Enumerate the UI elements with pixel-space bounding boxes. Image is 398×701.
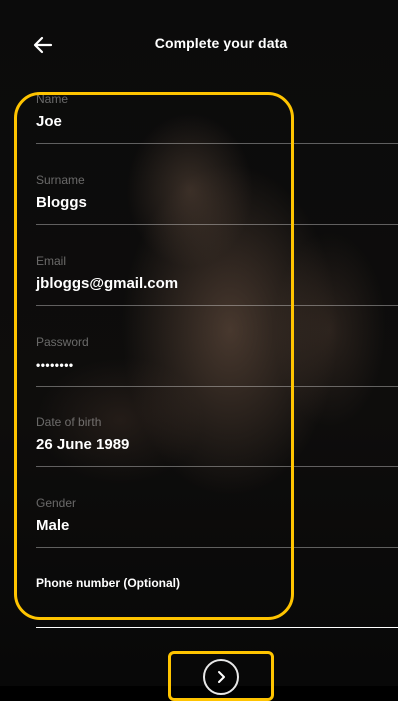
- date-of-birth-label: Date of birth: [36, 415, 102, 429]
- date-of-birth-value[interactable]: 26 June 1989: [36, 436, 398, 454]
- phone-label: Phone number (Optional): [36, 576, 180, 590]
- email-value[interactable]: jbloggs@gmail.com: [36, 275, 398, 293]
- phone-input-underline[interactable]: [36, 627, 398, 628]
- name-underline: [36, 143, 398, 144]
- name-value[interactable]: Joe: [36, 113, 398, 131]
- date-of-birth-underline: [36, 466, 398, 467]
- gender-field[interactable]: Gender Male: [36, 496, 398, 548]
- gender-value[interactable]: Male: [36, 517, 398, 535]
- chevron-right-icon: [218, 671, 225, 683]
- name-field[interactable]: Name Joe: [36, 92, 398, 144]
- password-value[interactable]: ••••••••: [36, 356, 398, 374]
- email-label: Email: [36, 254, 67, 268]
- gender-label: Gender: [36, 496, 77, 510]
- email-underline: [36, 305, 398, 306]
- page-title: Complete your data: [154, 35, 288, 51]
- next-button[interactable]: [203, 659, 239, 695]
- name-label: Name: [36, 92, 69, 106]
- password-field[interactable]: Password ••••••••: [36, 335, 398, 387]
- surname-label: Surname: [36, 173, 85, 187]
- date-of-birth-field[interactable]: Date of birth 26 June 1989: [36, 415, 398, 467]
- app-header: Complete your data: [0, 0, 398, 90]
- password-underline: [36, 386, 398, 387]
- gender-underline: [36, 547, 398, 548]
- surname-field[interactable]: Surname Bloggs: [36, 173, 398, 225]
- surname-value[interactable]: Bloggs: [36, 194, 398, 212]
- surname-underline: [36, 224, 398, 225]
- password-label: Password: [36, 335, 89, 349]
- email-field[interactable]: Email jbloggs@gmail.com: [36, 254, 398, 306]
